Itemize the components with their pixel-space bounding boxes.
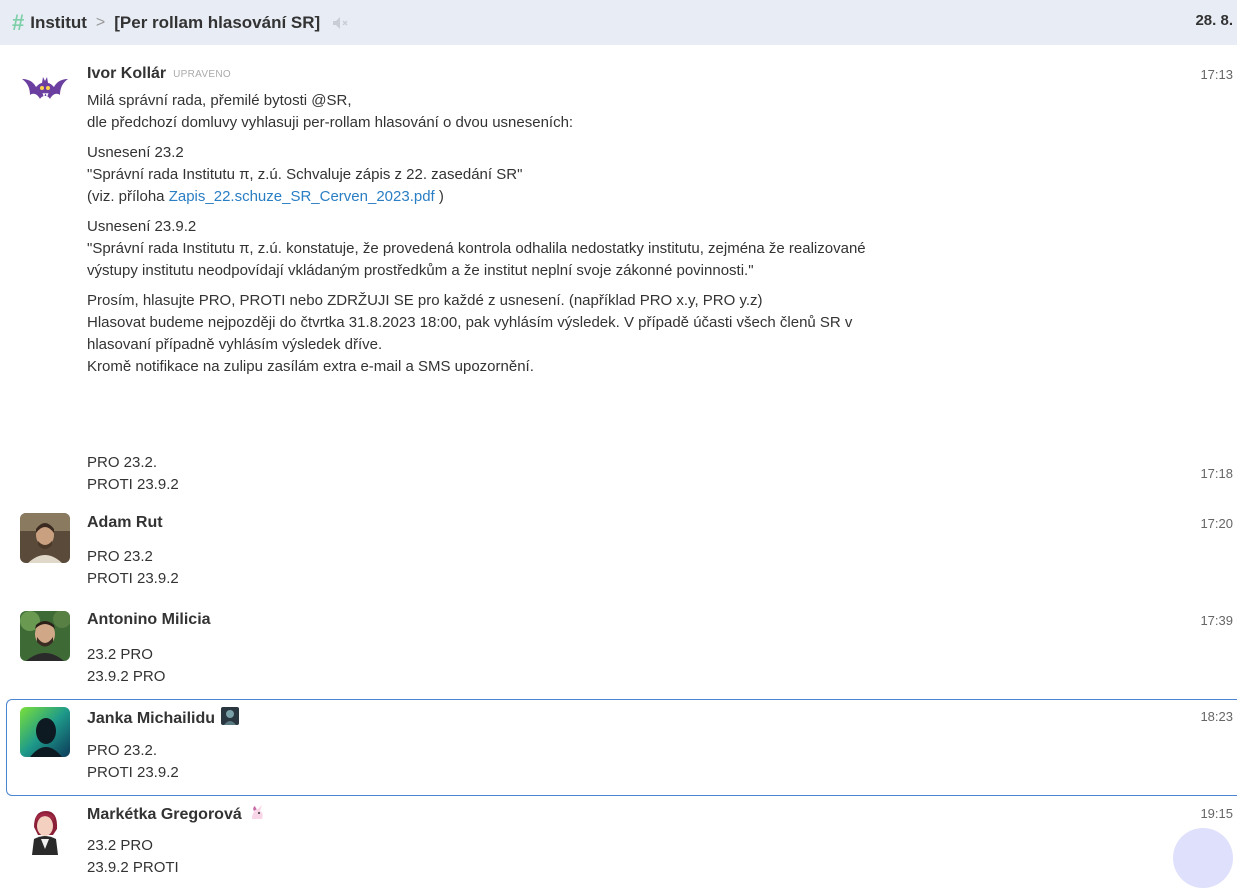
sender-name[interactable]: Janka Michailidu <box>87 707 240 730</box>
message-time[interactable]: 17:18 <box>1200 466 1233 481</box>
topic-name[interactable]: [Per rollam hlasování SR] <box>114 13 320 33</box>
text-line: Milá správní rada, přemilé bytosti @SR, <box>87 92 352 109</box>
paragraph: Prosím, hlasujte PRO, PROTI nebo ZDRŽUJI… <box>87 290 1187 378</box>
attachment-line: (viz. příloha Zapis_22.schuze_SR_Cerven_… <box>87 186 1187 208</box>
avatar[interactable] <box>20 65 70 115</box>
sender-label[interactable]: Ivor Kollár <box>87 65 166 83</box>
edited-badge: UPRAVENO <box>173 68 231 80</box>
chevron-right-icon: > <box>95 13 106 31</box>
text-line: Prosím, hlasujte PRO, PROTI nebo ZDRŽUJI… <box>87 292 763 309</box>
text-line: 23.2 PRO <box>87 837 153 854</box>
text-line: PROTI 23.9.2 <box>87 570 179 587</box>
text-line: Usnesení 23.2 <box>87 144 184 161</box>
header-date: 28. 8. <box>1195 12 1233 29</box>
message-time[interactable]: 17:13 <box>1200 67 1233 82</box>
message-time[interactable]: 17:39 <box>1200 613 1233 628</box>
text-line: PRO 23.2 <box>87 548 153 565</box>
attachment-prefix: (viz. příloha <box>87 188 169 205</box>
sender-name[interactable]: Adam Rut <box>87 514 163 532</box>
text-line: dle předchozí domluvy vyhlasuji per-roll… <box>87 114 574 131</box>
avatar[interactable] <box>20 611 70 661</box>
profile-emoji <box>221 707 240 730</box>
speaker-muted-icon[interactable] <box>332 16 350 30</box>
message-time[interactable]: 17:20 <box>1200 516 1233 531</box>
message-adam: Adam Rut 17:20 PRO 23.2 PROTI 23.9.2 <box>0 510 1237 600</box>
text-line: Kromě notifikace na zulipu zasílám extra… <box>87 358 534 375</box>
stream-name[interactable]: Institut <box>30 13 87 33</box>
message-ivor: Ivor Kollár UPRAVENO 17:13 Milá správní … <box>0 55 1237 455</box>
message-content: PRO 23.2. PROTI 23.9.2 <box>87 452 179 496</box>
text-line: "Správní rada Institutu π, z.ú. konstatu… <box>87 240 866 257</box>
paragraph: Usnesení 23.9.2 "Správní rada Institutu … <box>87 216 1187 282</box>
text-line: výstupy institutu neodpovídají vkládaným… <box>87 262 754 279</box>
scroll-to-bottom-button[interactable] <box>1173 828 1233 888</box>
message-continuation: 17:18 PRO 23.2. PROTI 23.9.2 <box>0 451 1237 501</box>
text-line: PRO 23.2. <box>87 742 158 759</box>
sender-name[interactable]: Antonino Milicia <box>87 611 211 629</box>
message-janka[interactable]: Janka Michailidu 18:23 PRO 23.2. PROTI 2… <box>0 700 1237 795</box>
avatar[interactable] <box>20 513 70 563</box>
text-line: 23.2 PRO <box>87 646 153 663</box>
message-content: PRO 23.2. PROTI 23.9.2 <box>87 740 179 784</box>
message-content: PRO 23.2 PROTI 23.9.2 <box>87 546 179 590</box>
attachment-link[interactable]: Zapis_22.schuze_SR_Cerven_2023.pdf <box>169 188 435 205</box>
text-line: PRO 23.2. <box>87 454 158 471</box>
sender-label[interactable]: Markétka Gregorová <box>87 806 242 824</box>
message-time[interactable]: 18:23 <box>1200 709 1233 724</box>
bat-avatar <box>22 77 68 99</box>
hash-icon[interactable]: # <box>12 11 24 34</box>
message-content: Milá správní rada, přemilé bytosti @SR, … <box>87 90 1187 386</box>
attachment-suffix: ) <box>438 188 444 205</box>
message-content: 23.2 PRO 23.9.2 PRO <box>87 644 165 688</box>
paragraph: Milá správní rada, přemilé bytosti @SR, … <box>87 90 1187 134</box>
text-line: "Správní rada Institutu π, z.ú. Schvaluj… <box>87 166 523 183</box>
unicorn-emoji <box>248 803 266 826</box>
sender-name[interactable]: Markétka Gregorová <box>87 803 266 826</box>
paragraph: Usnesení 23.2 "Správní rada Institutu π,… <box>87 142 1187 208</box>
message-marketka: Markétka Gregorová 19:15 23.2 PRO 23.9.2… <box>0 800 1237 880</box>
sender-name[interactable]: Ivor Kollár UPRAVENO <box>87 65 231 83</box>
text-line: PROTI 23.9.2 <box>87 764 179 781</box>
topic-header: # Institut > [Per rollam hlasování SR] 2… <box>0 0 1237 45</box>
avatar[interactable] <box>20 805 70 855</box>
text-line: Usnesení 23.9.2 <box>87 218 197 235</box>
text-line: PROTI 23.9.2 <box>87 476 179 493</box>
sender-label[interactable]: Janka Michailidu <box>87 710 215 728</box>
avatar[interactable] <box>20 707 70 757</box>
message-time[interactable]: 19:15 <box>1200 806 1233 821</box>
text-line: 23.9.2 PROTI <box>87 859 179 876</box>
message-antonino: Antonino Milicia 17:39 23.2 PRO 23.9.2 P… <box>0 607 1237 697</box>
message-content: 23.2 PRO 23.9.2 PROTI <box>87 835 179 879</box>
text-line: Hlasovat budeme nejpozději do čtvrtka 31… <box>87 314 853 331</box>
text-line: 23.9.2 PRO <box>87 668 166 685</box>
text-line: hlasovaní případně vyhlásím výsledek dří… <box>87 336 383 353</box>
